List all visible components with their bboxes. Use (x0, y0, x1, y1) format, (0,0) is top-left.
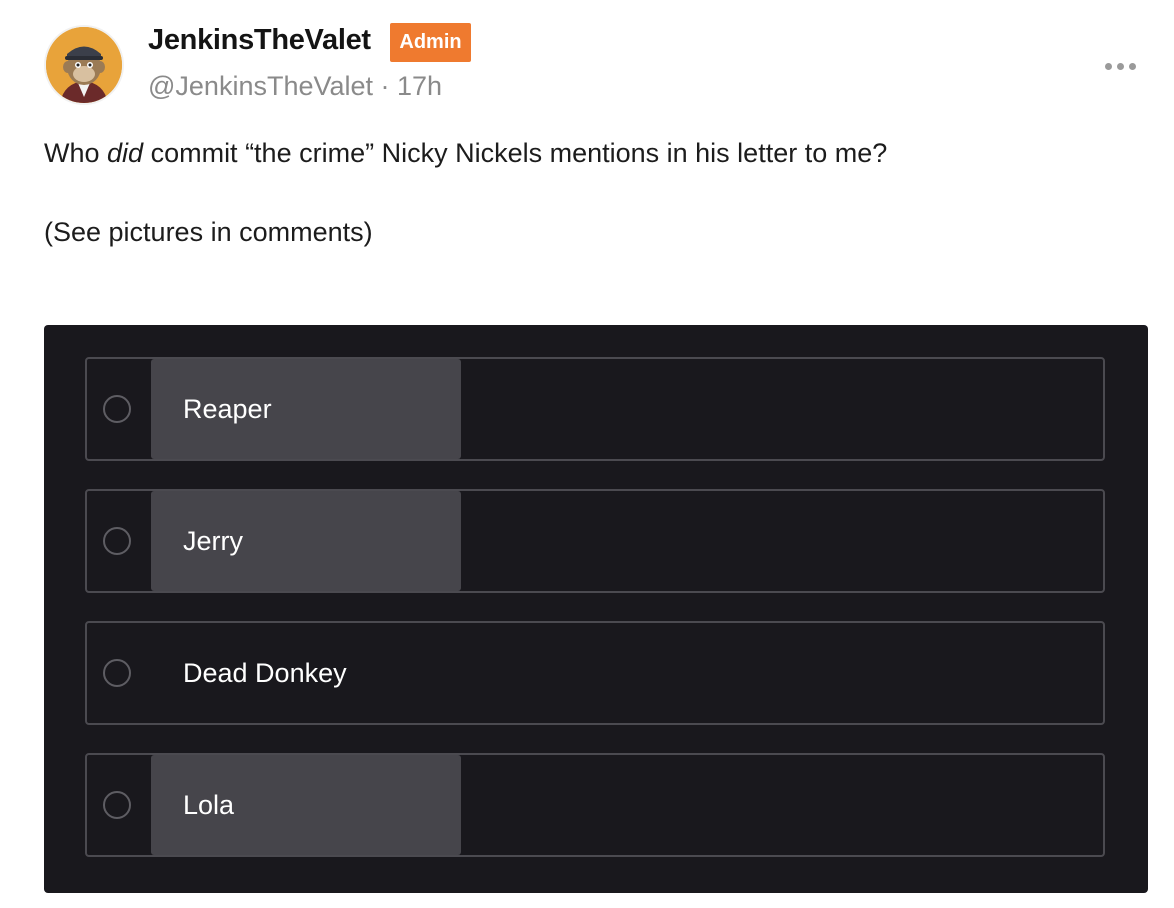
post-text-end: commit “the crime” Nicky Nickels mention… (143, 138, 888, 168)
poll-option-label: Jerry (183, 525, 243, 556)
poll-option-label: Dead Donkey (183, 657, 347, 688)
more-options-button[interactable] (1098, 56, 1142, 76)
more-horizontal-icon (1128, 62, 1136, 70)
radio-button[interactable] (103, 527, 131, 555)
radio-button[interactable] (103, 395, 131, 423)
poll: Reaper Jerry Dead Donkey Lola (44, 325, 1148, 893)
ape-avatar-icon (46, 27, 122, 103)
poll-option-label: Reaper (183, 393, 272, 424)
poll-option-jerry[interactable]: Jerry (85, 489, 1105, 593)
poll-option-dead-donkey[interactable]: Dead Donkey (85, 621, 1105, 725)
radio-button[interactable] (103, 659, 131, 687)
post-text-start: Who (44, 138, 108, 168)
author-avatar[interactable] (46, 27, 122, 103)
post-text: Who did commit “the crime” Nicky Nickels… (44, 138, 887, 169)
post-text-emphasis: did (107, 138, 144, 168)
author-name[interactable]: JenkinsTheValet (148, 24, 371, 57)
post-meta: @JenkinsTheValet · 17h (148, 71, 443, 101)
admin-badge: Admin (390, 23, 471, 62)
poll-option-lola[interactable]: Lola (85, 753, 1105, 857)
more-horizontal-icon (1104, 62, 1112, 70)
poll-option-reaper[interactable]: Reaper (85, 357, 1105, 461)
radio-button[interactable] (103, 791, 131, 819)
more-horizontal-icon (1116, 62, 1124, 70)
post-subtext: (See pictures in comments) (44, 217, 373, 247)
poll-option-label: Lola (183, 789, 235, 820)
